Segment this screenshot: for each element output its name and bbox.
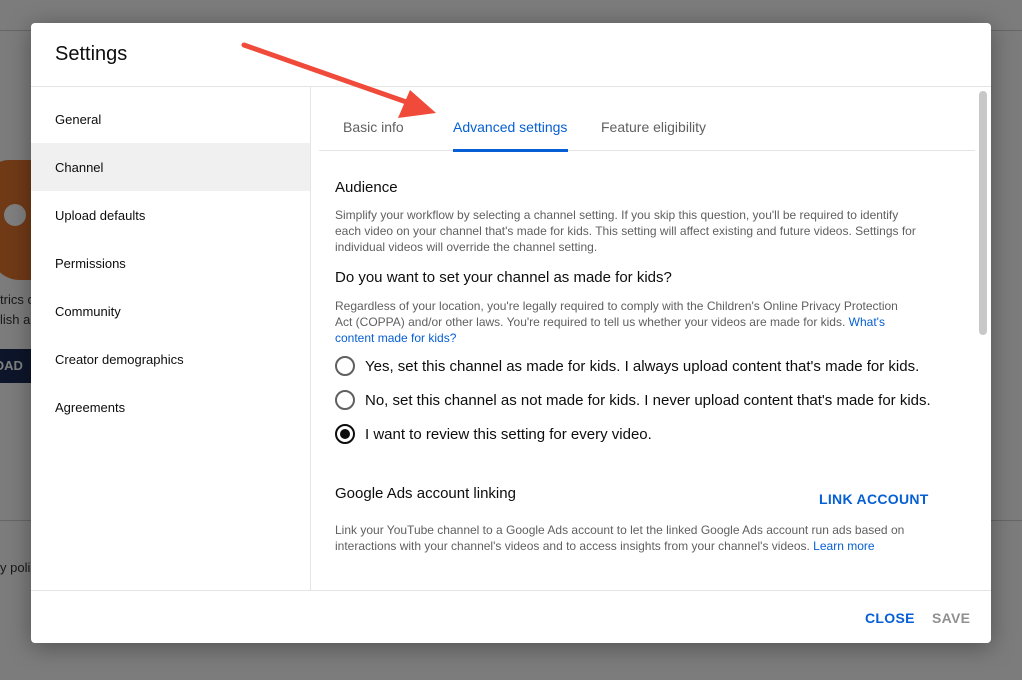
tab-feature-eligibility[interactable]: Feature eligibility <box>601 119 706 135</box>
sidebar-item-agreements[interactable]: Agreements <box>31 383 310 431</box>
link-account-button[interactable]: LINK ACCOUNT <box>819 491 929 507</box>
sidebar-item-label: Permissions <box>55 255 126 271</box>
close-button[interactable]: CLOSE <box>865 610 915 626</box>
tab-basic-info[interactable]: Basic info <box>343 119 404 135</box>
radio-made-for-kids[interactable] <box>335 356 355 376</box>
dialog-title: Settings <box>55 43 128 65</box>
tab-advanced-settings[interactable]: Advanced settings <box>453 119 567 135</box>
radio-label: Yes, set this channel as made for kids. … <box>365 357 920 375</box>
sidebar-item-general[interactable]: General <box>31 95 310 143</box>
sidebar-item-creator-demographics[interactable]: Creator demographics <box>31 335 310 383</box>
settings-dialog: Settings General Channel Upload defaults… <box>31 23 991 643</box>
dialog-body: General Channel Upload defaults Permissi… <box>31 87 991 591</box>
settings-sidebar: General Channel Upload defaults Permissi… <box>31 87 311 590</box>
made-for-kids-question: Do you want to set your channel as made … <box>335 269 672 286</box>
radio-review-every-video[interactable] <box>335 424 355 444</box>
sidebar-item-label: Channel <box>55 159 104 175</box>
audience-description: Simplify your workflow by selecting a ch… <box>335 208 916 254</box>
sidebar-item-upload-defaults[interactable]: Upload defaults <box>31 191 310 239</box>
sidebar-item-label: General <box>55 111 102 127</box>
content-scrollbar[interactable] <box>979 91 987 335</box>
sidebar-item-community[interactable]: Community <box>31 287 310 335</box>
save-button[interactable]: SAVE <box>932 610 970 626</box>
sidebar-item-label: Upload defaults <box>55 207 146 223</box>
audience-title: Audience <box>335 179 398 196</box>
settings-content: Basic info Advanced settings Feature eli… <box>311 87 991 590</box>
sidebar-item-channel[interactable]: Channel <box>31 143 310 191</box>
sidebar-item-label: Agreements <box>55 399 126 415</box>
option-review-every-video[interactable]: I want to review this setting for every … <box>335 424 652 444</box>
radio-label: No, set this channel as not made for kid… <box>365 391 931 409</box>
radio-not-made-for-kids[interactable] <box>335 390 355 410</box>
settings-tabs: Basic info Advanced settings Feature eli… <box>319 87 975 152</box>
option-made-for-kids[interactable]: Yes, set this channel as made for kids. … <box>335 356 919 376</box>
sidebar-item-permissions[interactable]: Permissions <box>31 239 310 287</box>
dialog-footer: CLOSE SAVE <box>31 591 991 643</box>
coppa-legal-body: Regardless of your location, you're lega… <box>335 299 898 329</box>
sidebar-item-label: Creator demographics <box>55 351 184 367</box>
coppa-legal-text: Regardless of your location, you're lega… <box>335 298 915 346</box>
active-tab-indicator <box>453 149 568 152</box>
dialog-header: Settings <box>31 23 991 87</box>
radio-label: I want to review this setting for every … <box>365 425 652 443</box>
option-not-made-for-kids[interactable]: No, set this channel as not made for kid… <box>335 390 931 410</box>
sidebar-item-label: Community <box>55 303 121 319</box>
google-ads-description: Link your YouTube channel to a Google Ad… <box>335 522 925 554</box>
learn-more-link[interactable]: Learn more <box>813 539 874 553</box>
